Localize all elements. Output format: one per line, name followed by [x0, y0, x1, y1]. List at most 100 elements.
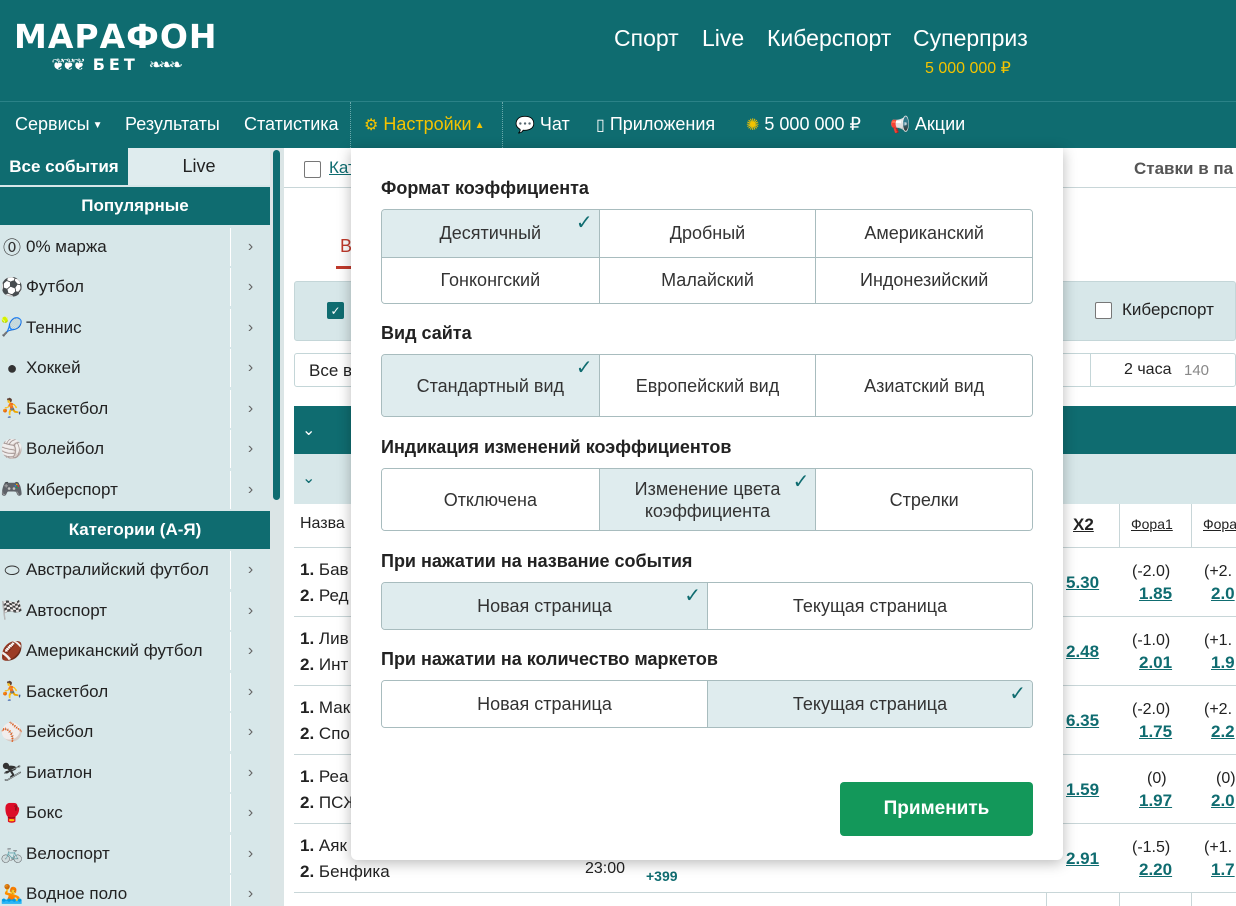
sidebar-item-biathlon[interactable]: ⛷ Биатлон ›	[0, 753, 270, 792]
chevron-right-icon[interactable]: ›	[230, 672, 270, 711]
apply-button[interactable]: Применить	[840, 782, 1033, 836]
volleyball-icon: 🏐	[0, 438, 24, 459]
baseball-icon: ⚾	[0, 721, 24, 742]
site-view-asian[interactable]: Азиатский вид	[815, 355, 1032, 416]
odds-format-american[interactable]: Американский	[815, 210, 1032, 257]
odd-fora2[interactable]: 1.9	[1211, 653, 1235, 673]
sidebar-item-esports[interactable]: 🎮 Киберспорт ›	[0, 470, 270, 509]
site-view-options: Стандартный вид ✓ Европейский вид Азиатск…	[381, 354, 1033, 417]
tennis-icon: 🎾	[0, 317, 24, 337]
sidebar-item-motorsport[interactable]: 🏁 Автоспорт ›	[0, 591, 270, 630]
chevron-right-icon[interactable]: ›	[230, 470, 270, 509]
sidebar-item-zero-margin[interactable]: ⓪ 0% маржа ›	[0, 227, 270, 266]
chevron-right-icon[interactable]: ›	[230, 591, 270, 630]
odds-format-decimal[interactable]: Десятичный ✓	[382, 210, 599, 257]
nav-live[interactable]: Live	[702, 25, 744, 52]
menu-promos[interactable]: 📢 Акции	[890, 102, 965, 148]
chevron-right-icon[interactable]: ›	[230, 349, 270, 387]
event-click-title: При нажатии на название события	[381, 551, 693, 571]
odd-fora1[interactable]: 1.75	[1139, 722, 1172, 742]
odd-fora1[interactable]: 2.20	[1139, 860, 1172, 880]
site-view-standard[interactable]: Стандартный вид ✓	[382, 355, 599, 416]
odd-fora2[interactable]: 2.0	[1211, 791, 1235, 811]
event-click-current-page[interactable]: Текущая страница	[707, 583, 1032, 629]
chevron-right-icon[interactable]: ›	[230, 875, 270, 906]
chevron-right-icon[interactable]: ›	[230, 632, 270, 670]
tab-live[interactable]: Live	[128, 148, 270, 185]
odd-fora2[interactable]: 2.0	[1211, 584, 1235, 604]
chevron-right-icon[interactable]: ›	[230, 551, 270, 589]
motorsport-icon: 🏁	[0, 600, 24, 620]
markets-count[interactable]: +399	[646, 868, 678, 884]
time-2h[interactable]: 2 часа	[1124, 361, 1171, 379]
chevron-right-icon[interactable]: ›	[230, 713, 270, 751]
odds-format-hongkong[interactable]: Гонконгский	[382, 256, 599, 303]
menu-apps[interactable]: ▯ Приложения	[596, 102, 715, 148]
sidebar-item-cycling[interactable]: 🚲 Велоспорт ›	[0, 834, 270, 873]
nav-esports[interactable]: Киберспорт	[767, 25, 891, 52]
sidebar-item-american-football[interactable]: 🏈 Американский футбол ›	[0, 632, 270, 670]
sport-filter-checkbox[interactable]: ✓	[327, 302, 344, 319]
chevron-right-icon[interactable]: ›	[230, 834, 270, 873]
nav-sport[interactable]: Спорт	[614, 25, 679, 52]
chevron-right-icon[interactable]: ›	[230, 308, 270, 347]
tab-all-events[interactable]: Все события	[0, 148, 128, 185]
markets-click-current-page[interactable]: Текущая страница ✓	[707, 681, 1032, 727]
col-fora1[interactable]: Фора1	[1131, 516, 1173, 532]
sidebar-item-basketball-cat[interactable]: ⛹ Баскетбол ›	[0, 672, 270, 711]
col-fora2[interactable]: Фора	[1203, 516, 1236, 532]
chevron-down-icon[interactable]: ⌄	[302, 468, 315, 488]
chevron-right-icon[interactable]: ›	[230, 794, 270, 832]
odd-fora2[interactable]: 2.2	[1211, 722, 1235, 742]
nav-superprize[interactable]: Суперприз	[913, 25, 1028, 52]
menu-chat[interactable]: 💬 Чат	[515, 102, 570, 148]
odd-fora2[interactable]: 1.7	[1211, 860, 1235, 880]
chevron-right-icon[interactable]: ›	[230, 753, 270, 792]
sidebar-item-basketball[interactable]: ⛹ Баскетбол ›	[0, 389, 270, 428]
chevron-right-icon[interactable]: ›	[230, 227, 270, 266]
odd-x2[interactable]: 1.59	[1066, 780, 1099, 800]
site-view-european[interactable]: Европейский вид	[598, 355, 816, 416]
chevron-right-icon[interactable]: ›	[230, 389, 270, 428]
odd-x2[interactable]: 2.48	[1066, 642, 1099, 662]
sidebar-item-water-polo[interactable]: 🤽 Водное поло ›	[0, 875, 270, 906]
odd-x2[interactable]: 6.35	[1066, 711, 1099, 731]
chevron-down-icon[interactable]: ⌄	[302, 420, 315, 440]
col-x2[interactable]: X2	[1073, 515, 1094, 535]
sidebar-item-aussie-rules[interactable]: ⬭ Австралийский футбол ›	[0, 551, 270, 589]
time-all[interactable]: Все в	[309, 361, 352, 381]
odds-format-fractional[interactable]: Дробный	[598, 210, 816, 257]
category-checkbox[interactable]	[304, 161, 321, 178]
sidebar-scrollbar-thumb[interactable]	[273, 150, 280, 500]
menu-results[interactable]: Результаты	[125, 102, 220, 148]
sidebar-item-volleyball[interactable]: 🏐 Волейбол ›	[0, 430, 270, 468]
sidebar-item-baseball[interactable]: ⚾ Бейсбол ›	[0, 713, 270, 751]
esports-filter-checkbox[interactable]	[1095, 302, 1112, 319]
chevron-right-icon[interactable]: ›	[230, 268, 270, 306]
menu-statistics[interactable]: Статистика	[244, 102, 339, 148]
sidebar-item-tennis[interactable]: 🎾 Теннис ›	[0, 308, 270, 347]
odds-change-off[interactable]: Отключена	[382, 469, 599, 530]
menu-services[interactable]: Сервисы ▼	[15, 102, 102, 148]
chevron-right-icon[interactable]: ›	[230, 430, 270, 468]
odds-format-indonesian[interactable]: Индонезийский	[815, 256, 1032, 303]
sidebar-item-hockey[interactable]: ● Хоккей ›	[0, 349, 270, 387]
odds-change-color[interactable]: Изменение цвета коэффициента ✓	[598, 469, 816, 530]
american-football-icon: 🏈	[0, 640, 24, 661]
sidebar-item-football[interactable]: ⚽ Футбол ›	[0, 268, 270, 306]
event-click-new-page[interactable]: Новая страница ✓	[382, 583, 707, 629]
menu-prize[interactable]: ✺ 5 000 000 ₽	[746, 102, 861, 148]
zero-margin-icon: ⓪	[3, 237, 21, 258]
odd-fora1[interactable]: 2.01	[1139, 653, 1172, 673]
sidebar-item-boxing[interactable]: 🥊 Бокс ›	[0, 794, 270, 832]
odds-change-arrows[interactable]: Стрелки	[815, 469, 1032, 530]
odd-x2[interactable]: 5.30	[1066, 573, 1099, 593]
odds-format-malay[interactable]: Малайский	[598, 256, 816, 303]
markets-click-new-page[interactable]: Новая страница	[382, 681, 707, 727]
odd-fora1[interactable]: 1.97	[1139, 791, 1172, 811]
odd-x2[interactable]: 2.91	[1066, 849, 1099, 869]
live-bets-label: Ставки в па	[1134, 159, 1234, 178]
menu-settings[interactable]: ⚙ Настройки ▲	[350, 102, 503, 148]
logo[interactable]: МАРАФОН ❦❦❦ БЕТ ❧❧❧	[14, 18, 218, 75]
odd-fora1[interactable]: 1.85	[1139, 584, 1172, 604]
